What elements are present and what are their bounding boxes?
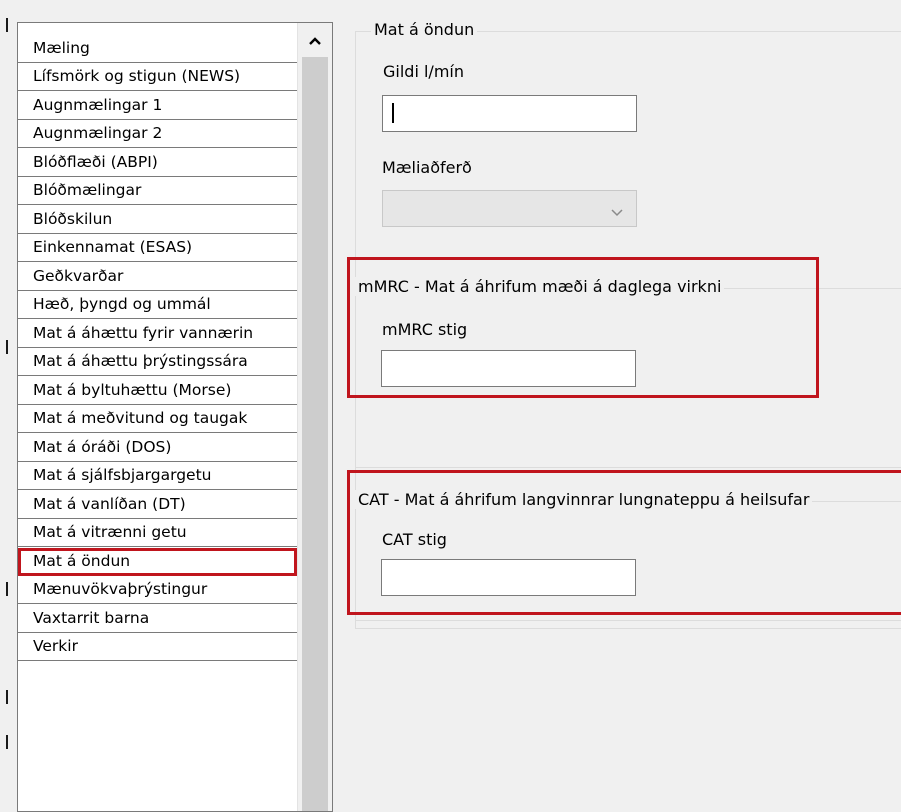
list-item[interactable]: Mænuvökvaþrýstingur	[18, 576, 297, 604]
list-item[interactable]: Mat á óráði (DOS)	[18, 434, 297, 462]
method-label: Mæliaðferð	[382, 158, 472, 177]
flow-label: Gildi l/mín	[383, 62, 464, 81]
list-item[interactable]: Verkir	[18, 633, 297, 661]
chevron-down-icon	[610, 203, 624, 222]
text-caret	[392, 103, 394, 123]
breathing-group-title: Mat á öndun	[371, 20, 478, 39]
list-item[interactable]: Mat á áhættu þrýstingssára	[18, 348, 297, 376]
flow-input[interactable]	[382, 95, 637, 132]
window-edge-mark	[6, 735, 8, 749]
list-scrollbar[interactable]	[297, 23, 332, 811]
scroll-thumb[interactable]	[302, 57, 328, 811]
list-item[interactable]: Mat á vitrænni getu	[18, 519, 297, 547]
list-item[interactable]: Mat á meðvitund og taugak	[18, 405, 297, 433]
list-item[interactable]: Mat á byltuhættu (Morse)	[18, 377, 297, 405]
list-item[interactable]: Augnmælingar 1	[18, 92, 297, 120]
list-item[interactable]: Augnmælingar 2	[18, 120, 297, 148]
list-item[interactable]: Blóðmælingar	[18, 177, 297, 205]
cat-highlight-frame	[347, 470, 901, 615]
list-item[interactable]: Hæð, þyngd og ummál	[18, 291, 297, 319]
list-item[interactable]: Einkennamat (ESAS)	[18, 234, 297, 262]
list-item[interactable]: Mat á sjálfsbjargargetu	[18, 462, 297, 490]
window-edge-mark	[6, 690, 8, 704]
mmrc-highlight-frame	[347, 257, 819, 398]
list-item[interactable]: Geðkvarðar	[18, 263, 297, 291]
list-item-selected[interactable]: Mat á öndun	[18, 548, 297, 576]
measurement-list[interactable]: Mæling Lífsmörk og stigun (NEWS) Augnmæl…	[17, 22, 333, 812]
window-edge-mark	[6, 582, 8, 596]
method-select[interactable]	[382, 190, 637, 227]
window-edge-mark	[6, 340, 8, 354]
chevron-up-icon	[308, 31, 322, 50]
list-item[interactable]: Blóðskilun	[18, 206, 297, 234]
list-item[interactable]: Lífsmörk og stigun (NEWS)	[18, 63, 297, 91]
list-item[interactable]: Blóðflæði (ABPI)	[18, 149, 297, 177]
list-item[interactable]: Mat á vanlíðan (DT)	[18, 491, 297, 519]
window-edge-mark	[6, 18, 8, 32]
list-item[interactable]: Mæling	[18, 35, 297, 63]
list-item[interactable]: Mat á áhættu fyrir vannærin	[18, 320, 297, 348]
scroll-up-button[interactable]	[298, 23, 332, 57]
list-item[interactable]: Vaxtarrit barna	[18, 605, 297, 633]
